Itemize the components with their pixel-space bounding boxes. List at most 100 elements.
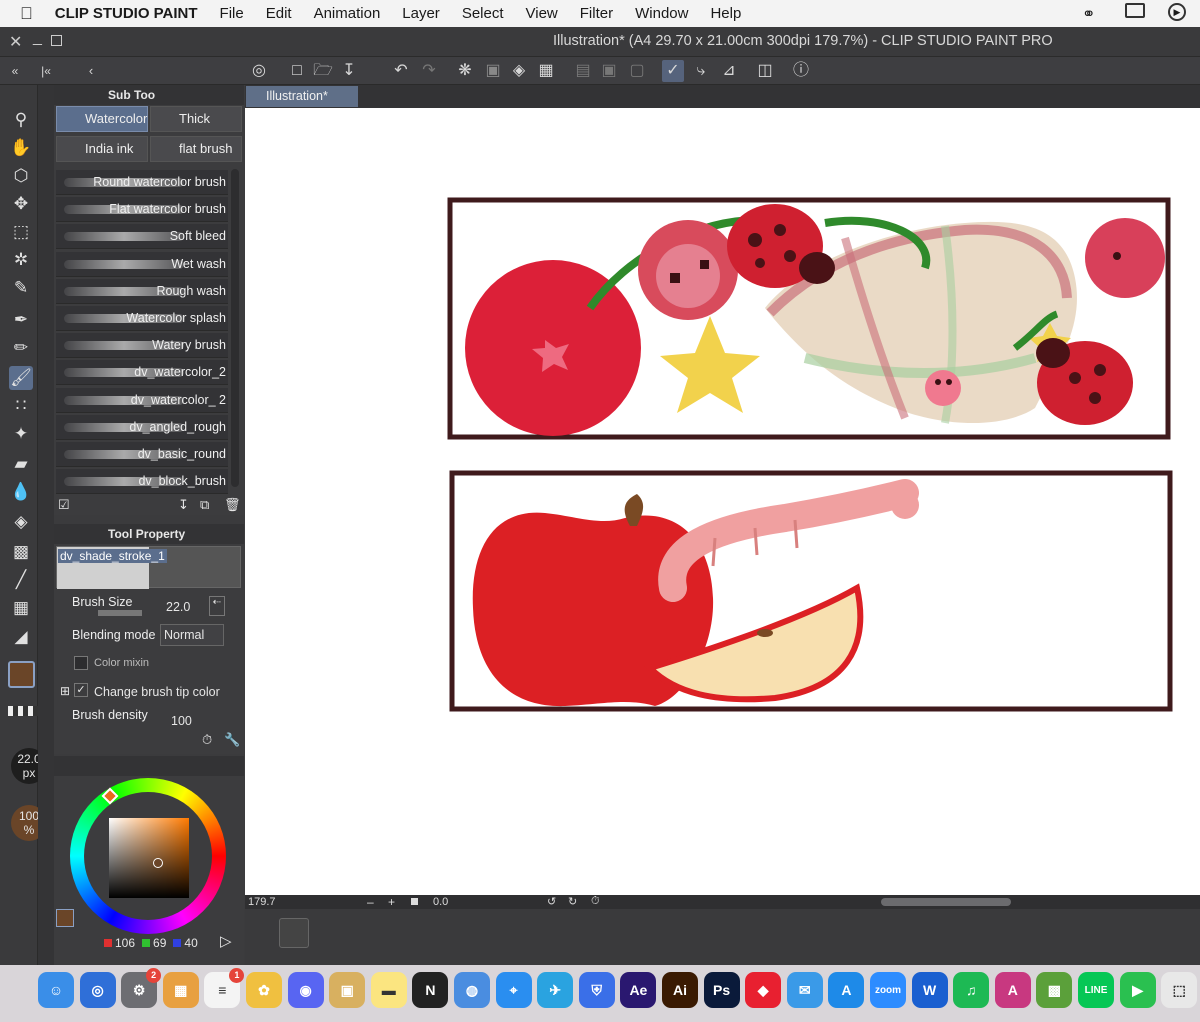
snap-grid-icon[interactable]: ⊿ [718, 60, 740, 82]
dock-telegram-icon[interactable]: ✈ [537, 972, 574, 1008]
fill-icon[interactable]: ◈ [508, 60, 530, 82]
color-mixing-checkbox[interactable] [74, 656, 88, 670]
collapse-panel-icon[interactable]: |« [35, 60, 57, 82]
3d-object-tool-icon[interactable]: ⬡ [9, 164, 33, 188]
dock-archive-icon[interactable]: ▣ [329, 972, 366, 1008]
dock-bitwarden-icon[interactable]: ⛨ [578, 972, 615, 1008]
undo-icon[interactable]: ↶ [390, 60, 412, 82]
zoom-value[interactable]: 179.7 [248, 896, 276, 908]
category-india-ink[interactable]: India ink [56, 136, 148, 162]
new-canvas-icon[interactable]: □ [286, 60, 308, 82]
brush-item[interactable]: dv_basic_round [56, 442, 228, 467]
dock-affinity-icon[interactable]: A [994, 972, 1031, 1008]
hand-tool-icon[interactable]: ✋ [9, 136, 33, 160]
creative-cloud-icon[interactable]: ⚭ [1082, 4, 1095, 24]
dock-launchpad-icon[interactable]: ▦ [162, 972, 199, 1008]
airbrush-tool-icon[interactable]: ∷ [9, 394, 33, 418]
dock-roblox-icon[interactable]: ◆ [745, 972, 782, 1008]
menu-help[interactable]: Help [710, 5, 741, 22]
duplicate-icon[interactable]: ⧉ [200, 497, 209, 513]
dock-ai-icon[interactable]: Ai [662, 972, 698, 1008]
canvas[interactable] [245, 108, 1200, 895]
menu-file[interactable]: File [220, 5, 244, 22]
dock-word-icon[interactable]: W [911, 972, 948, 1008]
menu-animation[interactable]: Animation [314, 5, 381, 22]
dock-system-settings-icon[interactable]: ⚙ 2 [121, 968, 162, 1008]
blend-tool-icon[interactable]: 💧 [9, 480, 33, 504]
dock-reminders-icon[interactable]: ≡ 1 [204, 968, 245, 1008]
pen-tool-icon[interactable]: ✒ [9, 308, 33, 332]
subtool-settings-icon[interactable]: ☑ [58, 497, 70, 513]
selection-tool-icon[interactable]: ⬚ [9, 220, 33, 244]
rotate-left-icon[interactable]: ↺ [547, 895, 556, 908]
dock-zoom-icon[interactable]: ◎ [79, 972, 116, 1008]
dock-minecraft-icon[interactable]: ▩ [1036, 972, 1073, 1008]
brush-item[interactable]: dv_watercolor_2 [56, 360, 228, 386]
app-menu[interactable]: CLIP STUDIO PAINT [55, 5, 198, 22]
brush-item[interactable]: dv_watercolor_ 2 [56, 387, 228, 413]
brush-item[interactable]: Watery brush [56, 333, 228, 359]
current-color-swatch[interactable] [56, 909, 74, 927]
rotation-value[interactable]: 0.0 [433, 896, 448, 908]
dock-mail-icon[interactable]: ✉ [786, 972, 823, 1008]
display-icon[interactable] [1125, 3, 1145, 18]
invert-selection-icon[interactable]: ▣ [598, 60, 620, 82]
category-flat-brush[interactable]: flat brush [150, 136, 242, 162]
pressure-icon[interactable]: ⇠ [209, 596, 225, 616]
decoration-tool-icon[interactable]: ✦ [9, 422, 33, 446]
main-color-swatch[interactable] [8, 661, 35, 688]
download-icon[interactable]: ↧ [178, 497, 189, 513]
dock-chrome-icon[interactable]: ◍ [454, 972, 490, 1008]
blending-mode-select[interactable]: Normal [160, 624, 224, 646]
brush-item[interactable]: Soft bleed [56, 224, 228, 250]
dock-line-icon[interactable]: LINE [1078, 972, 1114, 1008]
clear-icon[interactable]: ❋ [454, 60, 476, 82]
show-selection-icon[interactable]: ▢ [626, 60, 648, 82]
category-thick-paint[interactable]: Thick paint [150, 106, 242, 150]
subtool-tab[interactable]: Sub Too [54, 85, 244, 105]
clear-outside-icon[interactable]: ▣ [482, 60, 504, 82]
saturation-value-square[interactable] [109, 818, 189, 898]
rotate-right-icon[interactable]: ↻ [568, 895, 577, 908]
dock-finder-icon[interactable]: ☺ [38, 972, 74, 1008]
remote-icon[interactable]: ◫ [754, 60, 776, 82]
zoom-out-button[interactable]: – [367, 895, 374, 909]
dock-zoom-icon[interactable]: zoom [870, 972, 906, 1008]
zoom-in-button[interactable]: + [388, 895, 395, 909]
save-icon[interactable]: ↧ [338, 60, 360, 82]
brush-item[interactable]: Wet wash [56, 251, 228, 277]
dock-discord-icon[interactable]: ◉ [287, 972, 324, 1008]
color-panel-tabs[interactable] [54, 756, 244, 776]
brush-density-value-field[interactable]: 100 [171, 714, 192, 728]
brush-tool-icon[interactable]: 🖌 [9, 366, 33, 390]
transform-icon[interactable]: ▦ [535, 60, 557, 82]
trash-icon[interactable]: 🗑 [224, 497, 241, 513]
menu-edit[interactable]: Edit [266, 5, 292, 22]
dock-app-store-icon[interactable]: A [828, 972, 865, 1008]
brush-item[interactable]: Rough wash [56, 278, 228, 304]
frame-tool-icon[interactable]: ▦ [9, 596, 33, 620]
eraser-tool-icon[interactable]: ▰ [9, 452, 33, 476]
fit-button[interactable] [411, 898, 418, 905]
property-settings-icon[interactable]: ⏱ [202, 732, 212, 748]
open-folder-icon[interactable]: 🗁 [312, 60, 334, 82]
redo-icon[interactable]: ↷ [418, 60, 440, 82]
minimize-window-icon[interactable]: _ [33, 29, 42, 47]
fill-tool-icon[interactable]: ◈ [9, 510, 33, 534]
category-watercolor[interactable]: Watercolor [56, 106, 148, 132]
dock-preview-icon[interactable]: ⬚ [1161, 972, 1198, 1008]
deselect-icon[interactable]: ▤ [572, 60, 594, 82]
play-icon[interactable]: ▶ [1168, 3, 1186, 21]
wrench-icon[interactable]: 🔧 [224, 732, 240, 748]
brush-item[interactable]: Watercolor splash [56, 306, 228, 331]
color-picker-marker[interactable] [153, 858, 163, 868]
snap-special-ruler-icon[interactable]: ⤷ [690, 60, 712, 82]
reset-rotation-icon[interactable]: ⏱ [591, 895, 600, 908]
brush-item[interactable]: dv_angled_rough [56, 414, 228, 440]
tab-illustration[interactable]: Illustration* [246, 86, 358, 107]
menu-view[interactable]: View [526, 5, 558, 22]
dock-spotify-icon[interactable]: ♫ [953, 972, 990, 1008]
help-icon[interactable]: ⓘ [790, 60, 812, 82]
dock-notes-icon[interactable]: ▬ [370, 972, 407, 1008]
brush-list-scrollbar[interactable] [231, 169, 239, 487]
